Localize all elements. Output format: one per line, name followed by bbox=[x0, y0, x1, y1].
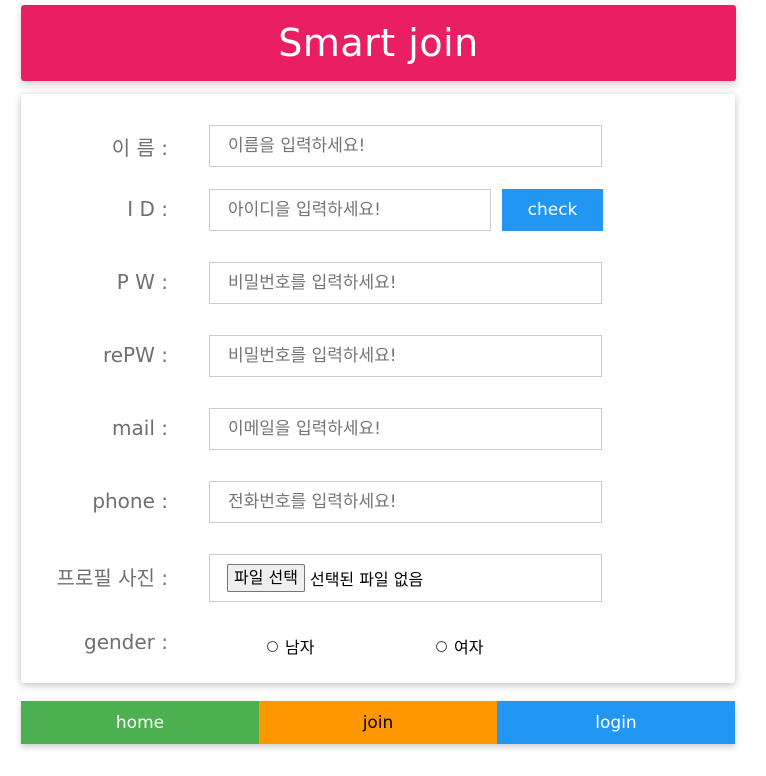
join-form-card: 이 름 : I D : check P W : rePW : mail : ph… bbox=[21, 94, 735, 683]
page-header: Smart join bbox=[21, 5, 736, 81]
password-confirm-input[interactable] bbox=[209, 335, 602, 377]
gender-male-label: 남자 bbox=[285, 638, 315, 657]
page-title: Smart join bbox=[278, 21, 479, 65]
gender-female-label: 여자 bbox=[454, 638, 484, 657]
email-input[interactable] bbox=[209, 408, 602, 450]
id-check-button[interactable]: check bbox=[502, 189, 603, 231]
repw-label: rePW : bbox=[102, 343, 168, 367]
photo-label: 프로필 사진 : bbox=[56, 566, 168, 590]
bottom-nav: home join login bbox=[21, 701, 735, 744]
file-status-text: 선택된 파일 없음 bbox=[309, 570, 424, 589]
pw-label: P W : bbox=[116, 270, 168, 294]
nav-home-button[interactable]: home bbox=[21, 701, 259, 744]
name-label: 이 름 : bbox=[111, 136, 168, 160]
profile-photo-file-input: 파일 선택 선택된 파일 없음 bbox=[209, 554, 602, 602]
nav-join-button[interactable]: join bbox=[259, 701, 497, 744]
phone-input[interactable] bbox=[209, 481, 602, 523]
nav-login-button[interactable]: login bbox=[497, 701, 735, 744]
name-input[interactable] bbox=[209, 125, 602, 167]
mail-label: mail : bbox=[112, 416, 168, 440]
radio-button-icon[interactable] bbox=[267, 640, 278, 652]
gender-option-male[interactable]: 남자 bbox=[267, 634, 314, 658]
gender-label: gender : bbox=[84, 630, 168, 654]
radio-button-icon[interactable] bbox=[436, 640, 447, 652]
choose-file-button[interactable]: 파일 선택 bbox=[227, 564, 305, 592]
id-label: I D : bbox=[127, 197, 168, 221]
password-input[interactable] bbox=[209, 262, 602, 304]
phone-label: phone : bbox=[92, 489, 168, 513]
gender-option-female[interactable]: 여자 bbox=[436, 634, 483, 658]
id-input[interactable] bbox=[209, 189, 491, 231]
